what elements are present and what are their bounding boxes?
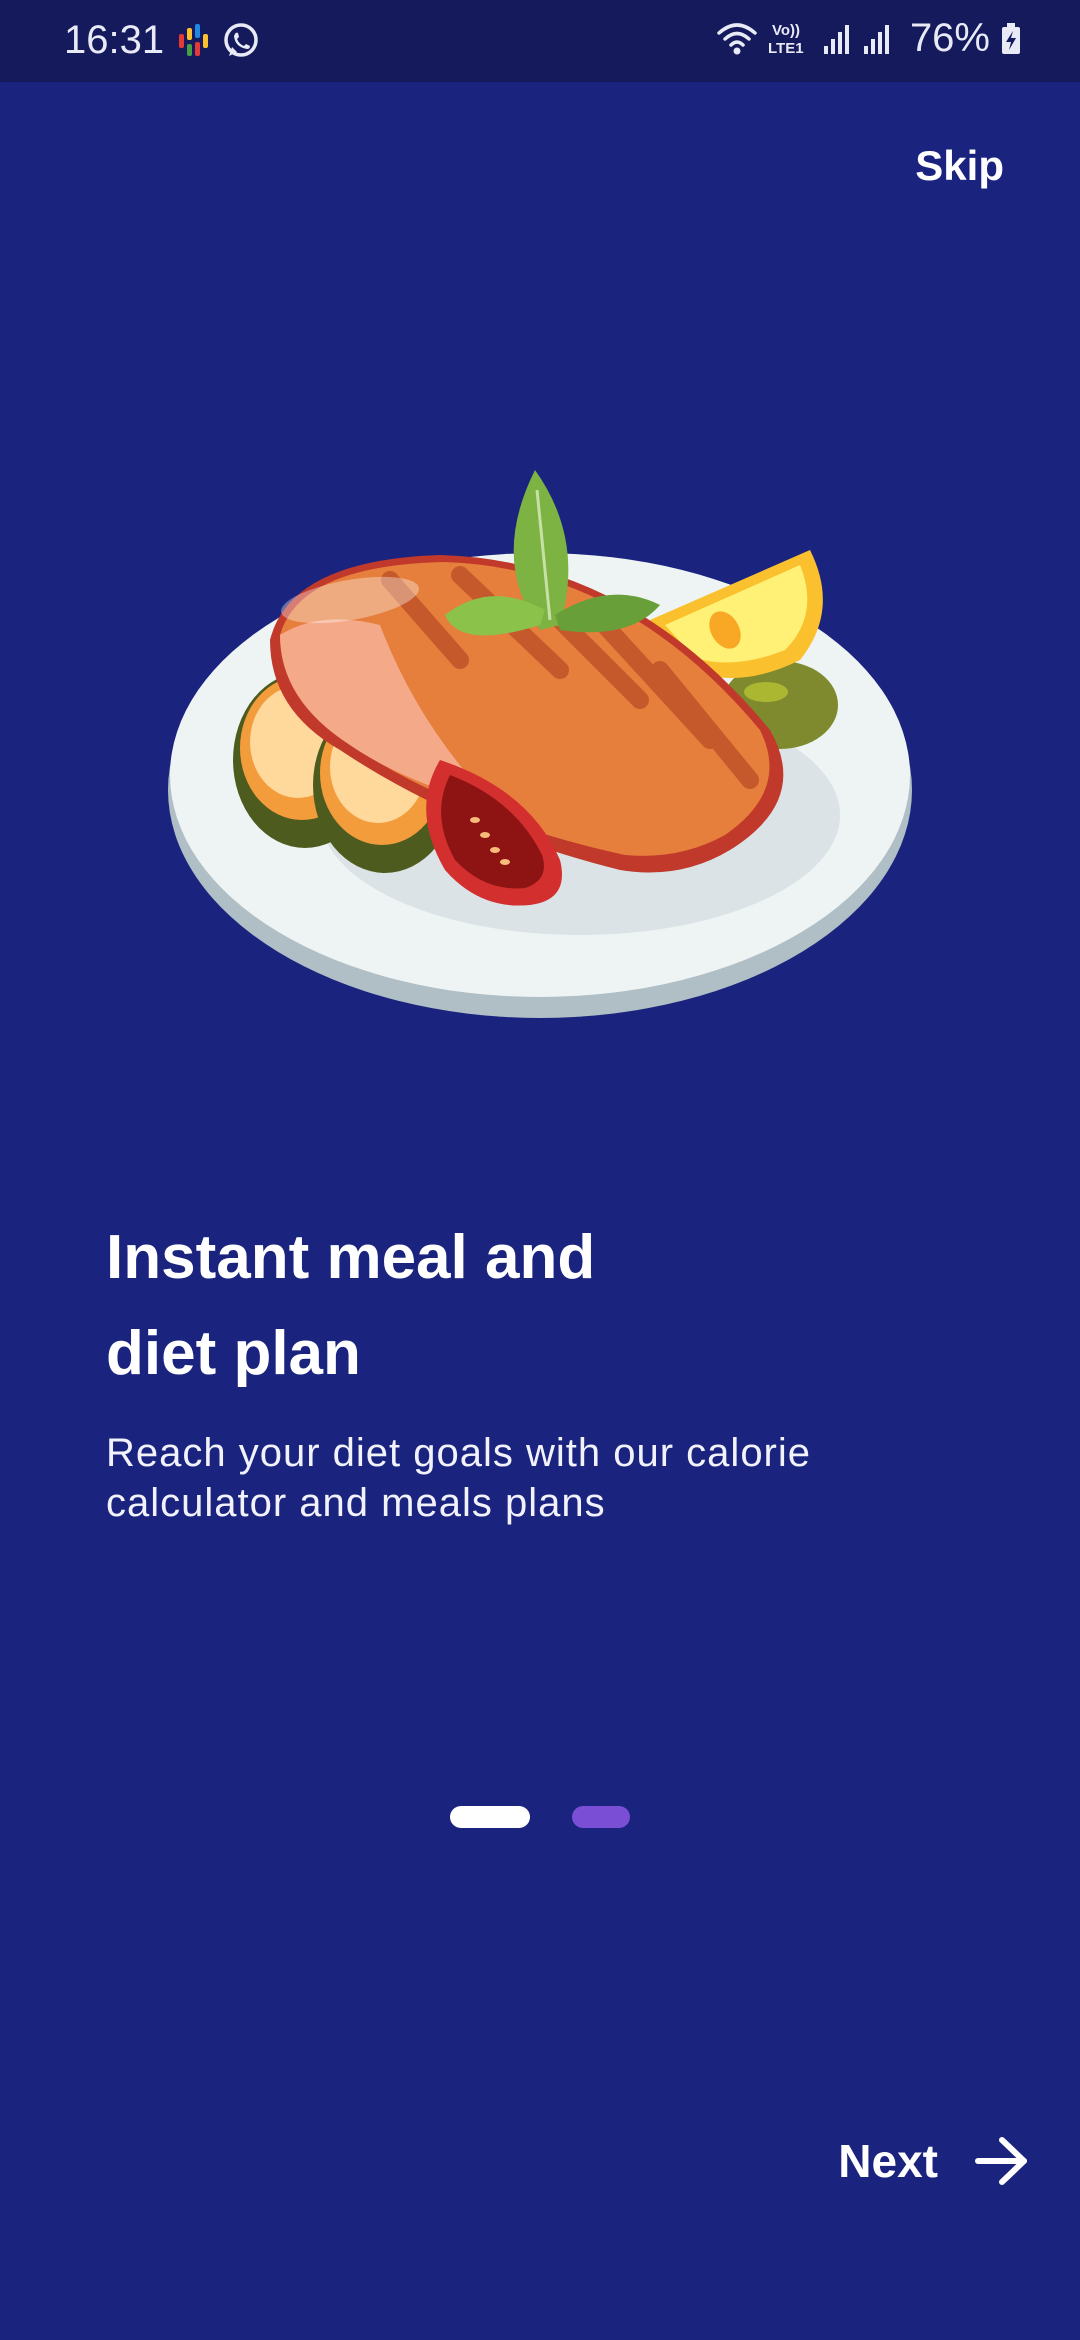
next-button[interactable]: Next <box>838 2134 1030 2188</box>
subtitle-line-2: calculator and meals plans <box>106 1481 606 1525</box>
status-time: 16:31 <box>64 18 165 62</box>
next-label: Next <box>838 2135 938 2187</box>
subtitle-line-1: Reach your diet goals with our calorie <box>106 1431 812 1475</box>
status-bar: 16:31 Vo)) LTE1 76% <box>0 0 1080 82</box>
volte-icon: Vo)) LTE1 <box>768 22 804 57</box>
svg-text:LTE1: LTE1 <box>768 40 804 57</box>
onboarding-subtitle: Reach your diet goals with our calorie c… <box>106 1428 966 1528</box>
battery-charging-icon <box>1002 22 1020 54</box>
skip-button[interactable]: Skip <box>915 142 1004 190</box>
arrow-right-icon <box>975 2137 1027 2185</box>
whatsapp-icon <box>224 23 258 57</box>
title-line-1: Instant meal and <box>106 1223 596 1292</box>
battery-percent: 76% <box>909 16 990 60</box>
signal-icon <box>823 24 849 54</box>
title-line-2: diet plan <box>106 1319 361 1388</box>
podcasts-icon <box>179 24 208 56</box>
onboarding-title: Instant meal and diet plan <box>106 1210 866 1402</box>
page-indicator <box>450 1806 630 1828</box>
grilled-salmon-plate-illustration <box>168 470 912 1018</box>
page-dot[interactable] <box>572 1806 630 1828</box>
status-indicators: Vo)) LTE1 76% <box>716 16 1022 61</box>
svg-text:Vo)): Vo)) <box>772 22 800 39</box>
signal-icon <box>863 24 889 54</box>
page-dot-active[interactable] <box>450 1806 530 1828</box>
wifi-icon <box>717 22 757 54</box>
status-app-icons <box>176 22 260 60</box>
